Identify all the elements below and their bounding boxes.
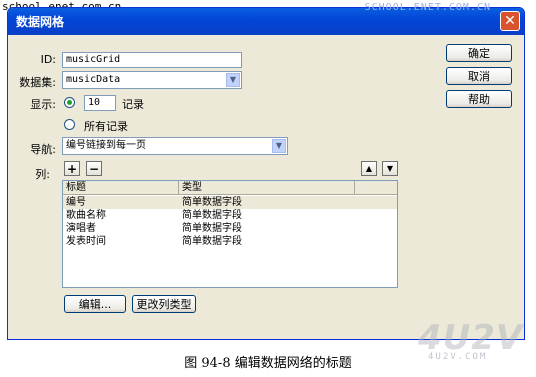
dataset-label: 数据集: (19, 76, 56, 89)
dataset-value: musicData (66, 74, 121, 85)
cancel-button[interactable]: 取消 (446, 67, 512, 85)
minus-icon: − (88, 161, 100, 176)
show-count-field[interactable]: 10 (84, 95, 116, 111)
row-title: 歌曲名称 (66, 210, 106, 221)
columns-table[interactable]: 标题 类型 编号 简单数据字段 歌曲名称 简单数据字段 演唱者 简单数据字段 发… (62, 180, 398, 288)
arrow-down-icon: ▼ (386, 164, 394, 173)
row-title: 编号 (66, 197, 86, 208)
close-button[interactable]: ✕ (500, 11, 520, 31)
row-type: 简单数据字段 (182, 210, 242, 221)
show-count-radio[interactable] (64, 97, 75, 108)
records-label: 记录 (122, 98, 144, 111)
id-label: ID: (40, 53, 56, 66)
row-type: 简单数据字段 (182, 223, 242, 234)
chevron-down-icon[interactable]: ▼ (226, 73, 240, 87)
table-row[interactable]: 演唱者 简单数据字段 (63, 222, 397, 235)
edit-button[interactable]: 编辑... (64, 295, 126, 313)
columns-label: 列: (35, 168, 50, 181)
chevron-down-icon[interactable]: ▼ (272, 139, 286, 153)
arrow-up-icon: ▲ (365, 164, 373, 173)
row-title: 演唱者 (66, 223, 96, 234)
table-row[interactable]: 歌曲名称 简单数据字段 (63, 209, 397, 222)
table-row[interactable]: 发表时间 简单数据字段 (63, 235, 397, 248)
change-column-type-button[interactable]: 更改列类型 (132, 295, 196, 313)
row-type: 简单数据字段 (182, 236, 242, 247)
watermark-text-right: SCHOOL.ENET.COM.CN (364, 2, 491, 13)
row-type: 简单数据字段 (182, 197, 242, 208)
nav-label: 导航: (30, 143, 56, 156)
all-records-radio[interactable] (64, 119, 75, 130)
add-column-button[interactable]: + (64, 161, 80, 176)
nav-select[interactable]: 编号链接到每一页 ▼ (62, 137, 288, 155)
table-row[interactable]: 编号 简单数据字段 (63, 196, 397, 209)
table-header: 标题 类型 (63, 181, 397, 195)
ok-button[interactable]: 确定 (446, 44, 512, 62)
column-header-type[interactable]: 类型 (179, 181, 355, 194)
dataset-select[interactable]: musicData ▼ (62, 71, 242, 89)
figure-caption: 图 94-8 编辑数据网络的标题 (184, 356, 352, 371)
row-title: 发表时间 (66, 236, 106, 247)
id-field[interactable]: musicGrid (62, 52, 242, 68)
plus-icon: + (66, 161, 78, 176)
close-icon: ✕ (504, 13, 516, 29)
help-button[interactable]: 帮助 (446, 90, 512, 108)
move-down-button[interactable]: ▼ (382, 161, 398, 176)
show-label: 显示: (30, 98, 56, 111)
nav-value: 编号链接到每一页 (66, 140, 146, 151)
move-up-button[interactable]: ▲ (361, 161, 377, 176)
dialog-title: 数据网格 (16, 15, 65, 29)
all-records-label: 所有记录 (84, 120, 128, 133)
column-header-title[interactable]: 标题 (63, 181, 179, 194)
remove-column-button[interactable]: − (86, 161, 102, 176)
